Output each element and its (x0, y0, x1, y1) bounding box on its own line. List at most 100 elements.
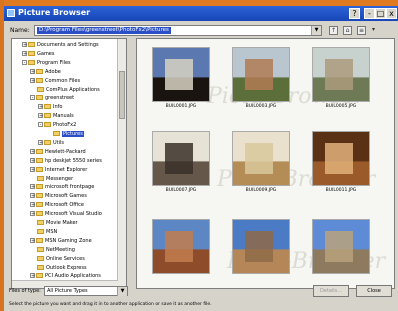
thumbnail-item[interactable] (312, 219, 370, 276)
tree-item[interactable]: Messenger (30, 175, 73, 183)
folder-icon (36, 95, 43, 101)
tree-vertical-scrollbar[interactable] (117, 39, 126, 288)
expand-icon[interactable]: + (38, 139, 43, 145)
folder-icon (44, 104, 51, 110)
thumbnail-item[interactable]: BUIL0005.JPG (312, 47, 370, 109)
thumbnail-image[interactable] (152, 47, 210, 102)
tree-item[interactable]: + Games (22, 50, 55, 58)
tree-item[interactable]: - PhotoFx2 (38, 121, 76, 129)
thumbnail-item[interactable] (152, 219, 210, 276)
photo-subject (325, 230, 354, 263)
close-button[interactable]: Close (356, 285, 392, 297)
collapse-icon[interactable]: - (30, 95, 35, 101)
expand-icon[interactable]: + (30, 148, 35, 154)
up-folder-icon[interactable]: ↑ (329, 26, 338, 35)
tree-item[interactable]: - Program Files (22, 59, 71, 67)
scrollbar-thumb[interactable] (119, 71, 125, 119)
thumbnail-caption: BUIL0007.JPG (165, 188, 197, 193)
expand-icon[interactable]: + (30, 273, 35, 279)
maximize-button[interactable]: □ (375, 8, 386, 19)
thumbnail-item[interactable]: BUIL0009.JPG (232, 131, 290, 193)
collapse-icon[interactable]: - (38, 122, 43, 128)
name-label: Name: (10, 27, 30, 34)
folder-icon (44, 113, 51, 119)
tree-item[interactable]: NetMeeting (30, 246, 75, 254)
folder-icon (37, 246, 44, 252)
tree-item[interactable]: ComPlus Applications (30, 86, 100, 94)
file-type-row: Files of type: All Picture Types ▼ Detai… (4, 285, 398, 299)
expand-icon[interactable]: + (30, 166, 35, 172)
tree-item[interactable]: Outlook Express (30, 264, 87, 272)
status-text: Select the picture you want and drag it … (9, 302, 212, 307)
tree-item[interactable]: + Adobe (30, 68, 61, 76)
thumbnail-grid[interactable]: Pictu-Browser Pictu-Browser Pictu-Browse… (136, 38, 395, 289)
thumbnail-image[interactable] (232, 219, 290, 274)
expand-icon[interactable]: + (38, 104, 43, 110)
tree-item-label: Games (37, 50, 55, 57)
tree-item[interactable]: + Hewlett-Packard (30, 148, 86, 156)
thumbnail-image[interactable] (232, 47, 290, 102)
view-menu-icon[interactable]: ≡ (357, 26, 366, 35)
tree-item[interactable]: Movie Maker (30, 219, 78, 227)
tree-item[interactable]: + Common Files (30, 77, 80, 85)
close-window-button[interactable]: x (386, 8, 397, 19)
tree-item[interactable]: + Microsoft Office (30, 201, 84, 209)
tree-item[interactable]: MSN (30, 228, 57, 236)
name-field[interactable]: D:\Program Files\greenstreet\PhotoFx2\Pi… (34, 25, 322, 36)
tree-item[interactable]: + hp deskjet 5550 series (30, 157, 102, 165)
expand-icon[interactable]: + (30, 184, 35, 190)
expand-icon[interactable]: + (30, 193, 35, 199)
tree-item[interactable]: + MSN Gaming Zone (30, 237, 92, 245)
expand-icon[interactable]: + (30, 77, 35, 83)
tree-item[interactable]: - greenstreet (30, 94, 74, 102)
expand-icon[interactable]: + (30, 211, 35, 217)
expand-icon[interactable]: + (22, 50, 27, 56)
thumbnail-item[interactable]: BUIL0001.JPG (152, 47, 210, 109)
tree-item-label: microsoft frontpage (45, 184, 95, 191)
thumbnail-image[interactable] (152, 131, 210, 186)
thumbnail-item[interactable] (232, 219, 290, 276)
expand-icon[interactable]: + (30, 157, 35, 163)
photo-subject (325, 58, 354, 91)
tree-item[interactable]: + Manuals (38, 112, 74, 120)
tree-item[interactable]: + microsoft frontpage (30, 183, 94, 191)
thumbnail-image[interactable] (152, 219, 210, 274)
tree-item[interactable]: Online Services (30, 255, 85, 263)
photo-subject (165, 230, 194, 263)
thumbnail-image[interactable] (312, 219, 370, 274)
minimize-button[interactable]: - (364, 8, 375, 19)
tree-item[interactable]: + Info (38, 103, 62, 111)
tree-item[interactable]: Pictures (46, 130, 84, 138)
tree-item[interactable]: + Documents and Settings (22, 41, 99, 49)
thumbnail-item[interactable]: BUIL0003.JPG (232, 47, 290, 109)
tree-item-label: Pictures (62, 131, 84, 137)
thumbnail-image[interactable] (312, 131, 370, 186)
tree-item-label: ComPlus Applications (46, 86, 100, 93)
thumbnail-image[interactable] (312, 47, 370, 102)
tree-item-label: Hewlett-Packard (45, 148, 86, 155)
details-button[interactable]: Details... (313, 285, 349, 297)
expand-icon[interactable]: + (30, 68, 35, 74)
thumbnail-item[interactable]: BUIL0007.JPG (152, 131, 210, 193)
tree-item-label: Messenger (46, 175, 74, 182)
thumbnail-item[interactable]: BUIL0011.JPG (312, 131, 370, 193)
chevron-down-icon[interactable]: ▼ (117, 287, 127, 296)
file-type-select[interactable]: All Picture Types ▼ (44, 286, 128, 296)
tree-item-label: MSN (46, 228, 58, 235)
help-button[interactable]: ? (349, 8, 360, 19)
expand-icon[interactable]: + (22, 42, 27, 48)
chevron-down-icon[interactable]: ▼ (311, 26, 321, 35)
tree-item[interactable]: + Utils (38, 139, 64, 147)
collapse-icon[interactable]: - (22, 59, 27, 65)
tree-item[interactable]: + Internet Explorer (30, 166, 87, 174)
thumbnail-image[interactable] (232, 131, 290, 186)
folder-icon (36, 77, 43, 83)
folder-tree[interactable]: + Documents and Settings + Games - Program Fi… (11, 38, 127, 289)
home-icon[interactable]: ⌂ (343, 26, 352, 35)
tree-item[interactable]: + Microsoft Visual Studio (30, 210, 102, 218)
tree-item[interactable]: + Microsoft Games (30, 192, 87, 200)
expand-icon[interactable]: + (30, 237, 35, 243)
expand-icon[interactable]: + (30, 202, 35, 208)
expand-icon[interactable]: + (38, 113, 43, 119)
view-dropdown-icon[interactable]: ▾ (370, 26, 377, 35)
